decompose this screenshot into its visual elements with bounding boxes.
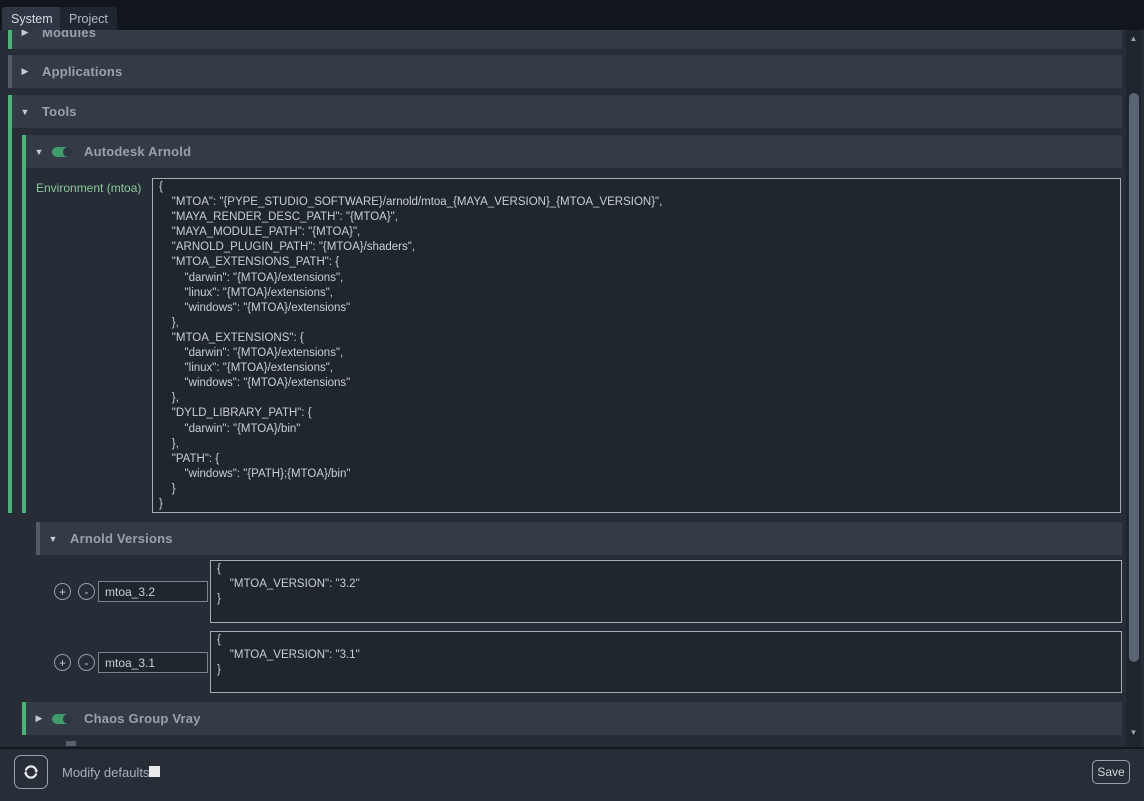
tab-bar: System Project [0, 0, 1144, 30]
tab-project-label: Project [69, 12, 108, 26]
section-header-tools[interactable]: ▼ Tools [8, 95, 1122, 128]
modify-defaults-checkbox[interactable] [149, 766, 160, 777]
section-label-tools: Tools [42, 104, 77, 119]
version-key-input[interactable] [98, 652, 208, 673]
vray-enabled-toggle[interactable] [52, 714, 72, 724]
version-value-textarea[interactable]: { "MTOA_VERSION": "3.2" } [210, 560, 1122, 623]
section-header-autodesk-arnold[interactable]: ▼ Autodesk Arnold [22, 135, 1122, 168]
arnold-section-accent-line [22, 168, 26, 513]
vertical-scrollbar-thumb[interactable] [1129, 93, 1139, 662]
toggle-knob-icon [63, 714, 73, 724]
remove-version-button[interactable]: - [78, 654, 95, 671]
horizontal-scrollbar-thumb[interactable] [66, 741, 76, 746]
expanded-arrow-icon: ▼ [16, 107, 34, 117]
section-label-chaos-group-vray: Chaos Group Vray [84, 711, 201, 726]
collapsed-arrow-icon: ▶ [16, 66, 34, 77]
section-label-autodesk-arnold: Autodesk Arnold [84, 144, 191, 159]
expanded-arrow-icon: ▼ [30, 147, 48, 157]
section-header-applications[interactable]: ▶ Applications [8, 55, 1122, 88]
version-value-textarea[interactable]: { "MTOA_VERSION": "3.1" } [210, 631, 1122, 693]
version-key-input[interactable] [98, 581, 208, 602]
environment-mtoa-textarea[interactable]: { "MTOA": "{PYPE_STUDIO_SOFTWARE}/arnold… [152, 178, 1121, 513]
section-header-chaos-group-vray[interactable]: ▶ Chaos Group Vray [22, 702, 1122, 735]
refresh-icon [22, 763, 40, 781]
toggle-knob-icon [63, 147, 73, 157]
scroll-down-icon[interactable]: ▼ [1126, 728, 1141, 737]
tab-project[interactable]: Project [60, 7, 117, 30]
add-version-button[interactable]: + [54, 654, 71, 671]
add-version-button[interactable]: + [54, 583, 71, 600]
tab-system[interactable]: System [2, 7, 62, 30]
section-label-applications: Applications [42, 64, 122, 79]
remove-version-button[interactable]: - [78, 583, 95, 600]
footer-bar [0, 747, 1144, 801]
tab-system-label: System [11, 12, 53, 26]
scroll-up-icon[interactable]: ▲ [1126, 34, 1141, 43]
tools-section-accent-line [8, 128, 12, 513]
refresh-button[interactable] [14, 755, 48, 789]
section-header-arnold-versions[interactable]: ▼ Arnold Versions [36, 522, 1122, 555]
section-label-arnold-versions: Arnold Versions [70, 531, 173, 546]
environment-mtoa-label: Environment (mtoa) [36, 181, 141, 195]
expanded-arrow-icon: ▼ [44, 534, 62, 544]
arnold-enabled-toggle[interactable] [52, 147, 72, 157]
modify-defaults-label: Modify defaults [62, 765, 149, 780]
collapsed-arrow-icon: ▶ [30, 713, 48, 724]
save-button[interactable]: Save [1092, 760, 1130, 784]
